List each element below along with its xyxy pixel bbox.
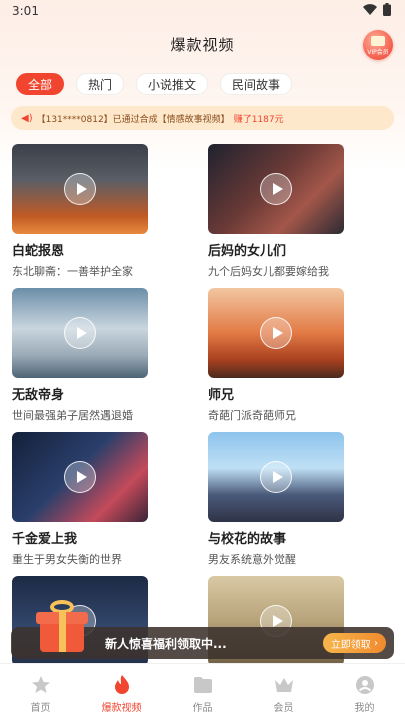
play-icon[interactable]: [260, 173, 292, 205]
tabbar-label: 作品: [192, 703, 213, 714]
play-icon[interactable]: [64, 461, 96, 493]
gift-box-icon: [371, 36, 385, 46]
claim-button[interactable]: 立即领取 ›: [322, 633, 386, 653]
video-subtitle: 重生于男女失衡的世界: [12, 553, 122, 566]
play-icon[interactable]: [260, 461, 292, 493]
battery-icon: [383, 3, 391, 19]
category-tabs: 全部 热门 小说推文 民间故事: [16, 73, 293, 95]
notice-bar: ◀) 【131****0812】已通过合成【情感故事视频】 赚了1187元: [11, 106, 394, 130]
video-subtitle: 东北聊斋：一善举护全家: [12, 265, 133, 278]
video-card[interactable]: 后妈的女儿们 九个后妈女儿都要嫁给我: [208, 144, 344, 279]
tabbar-item-viral-videos[interactable]: 爆款视频: [90, 674, 154, 714]
video-thumbnail[interactable]: [208, 288, 344, 378]
tab-all[interactable]: 全部: [16, 73, 65, 95]
vip-badge[interactable]: VIP会员: [363, 30, 393, 60]
crown-icon: [273, 674, 295, 696]
play-icon[interactable]: [64, 317, 96, 349]
video-thumbnail[interactable]: [208, 144, 344, 234]
video-thumbnail[interactable]: [12, 432, 148, 522]
video-title: 后妈的女儿们: [208, 244, 287, 259]
video-subtitle: 男友系统意外觉醒: [208, 553, 296, 566]
tab-folk-story[interactable]: 民间故事: [220, 73, 293, 95]
bottom-tab-bar: 首页 爆款视频 作品 会员 我的: [0, 663, 405, 720]
video-card[interactable]: 与校花的故事 男友系统意外觉醒: [208, 432, 344, 567]
header: 爆款视频: [0, 30, 405, 58]
video-title: 千金爱上我: [12, 532, 78, 547]
video-title: 与校花的故事: [208, 532, 287, 547]
flame-icon: [111, 674, 133, 696]
video-title: 师兄: [208, 388, 235, 403]
tabbar-label: 爆款视频: [101, 703, 142, 714]
claim-button-label: 立即领取: [330, 639, 371, 651]
profile-icon: [354, 674, 376, 696]
page-title: 爆款视频: [170, 35, 235, 54]
video-card[interactable]: 白蛇报恩 东北聊斋：一善举护全家: [12, 144, 148, 279]
star-icon: [30, 674, 52, 696]
play-icon[interactable]: [260, 317, 292, 349]
arrow-icon: ›: [370, 637, 378, 649]
video-title: 无敌帝身: [12, 388, 65, 403]
status-time: 3:01: [12, 4, 39, 18]
video-subtitle: 奇葩门派奇葩师兄: [208, 409, 296, 422]
video-thumbnail[interactable]: [12, 144, 148, 234]
tab-novel[interactable]: 小说推文: [136, 73, 209, 95]
notice-earnings: 赚了1187元: [233, 114, 284, 125]
tabbar-label: 会员: [273, 703, 294, 714]
tabbar-item-membership[interactable]: 会员: [252, 674, 316, 714]
vip-label: VIP会员: [367, 49, 389, 56]
tab-hot[interactable]: 热门: [76, 73, 125, 95]
gift-icon: [34, 598, 90, 654]
video-card[interactable]: 无敌帝身 世间最强弟子居然遇退婚: [12, 288, 148, 423]
video-card[interactable]: 师兄 奇葩门派奇葩师兄: [208, 288, 344, 423]
video-thumbnail[interactable]: [208, 432, 344, 522]
tabbar-label: 首页: [30, 703, 51, 714]
notice-text: 【131****0812】已通过合成【情感故事视频】: [36, 114, 230, 125]
tabbar-item-profile[interactable]: 我的: [333, 674, 397, 714]
tabbar-label: 我的: [354, 703, 375, 714]
speaker-icon: ◀): [21, 112, 33, 124]
video-subtitle: 世间最强弟子居然遇退婚: [12, 409, 133, 422]
promo-text: 新人惊喜福利领取中...: [105, 636, 227, 651]
video-card[interactable]: 千金爱上我 重生于男女失衡的世界: [12, 432, 148, 567]
video-thumbnail[interactable]: [12, 288, 148, 378]
status-bar: 3:01: [0, 0, 405, 22]
tabbar-item-works[interactable]: 作品: [171, 674, 235, 714]
folder-icon: [192, 674, 214, 696]
wifi-icon: [363, 4, 377, 18]
play-icon[interactable]: [64, 173, 96, 205]
video-subtitle: 九个后妈女儿都要嫁给我: [208, 265, 329, 278]
tabbar-item-home[interactable]: 首页: [9, 674, 73, 714]
video-title: 白蛇报恩: [12, 244, 65, 259]
